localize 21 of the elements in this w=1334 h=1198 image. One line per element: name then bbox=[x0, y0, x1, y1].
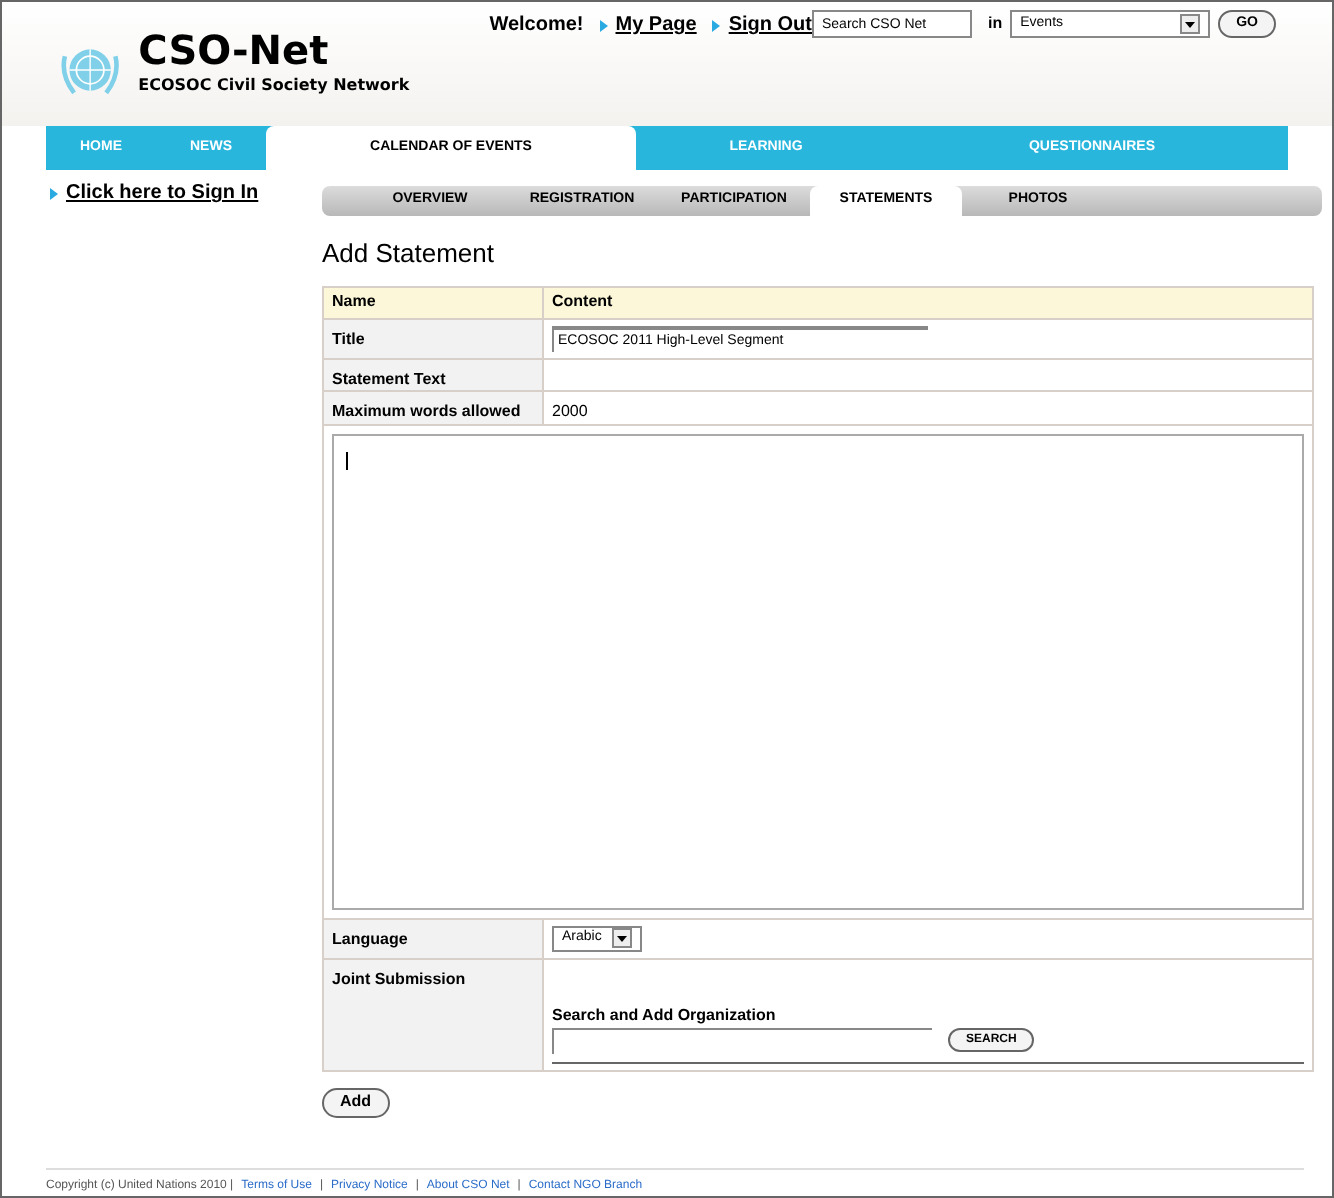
sign-in-link[interactable]: Click here to Sign In bbox=[50, 178, 322, 208]
bullet-arrow-icon bbox=[599, 19, 608, 31]
column-header: Content bbox=[550, 290, 615, 314]
header-link[interactable]: Sign Out bbox=[712, 10, 812, 40]
row-label: Statement Text bbox=[324, 359, 544, 389]
bullet-arrow-icon bbox=[712, 19, 721, 31]
welcome-text: Welcome! bbox=[489, 12, 584, 40]
row-label: Maximum words allowed bbox=[324, 391, 544, 423]
site-title: CSO-Net bbox=[138, 26, 331, 74]
column-header: Name bbox=[324, 287, 544, 317]
add-button[interactable]: Add bbox=[322, 1087, 390, 1117]
max-words-value: 2000 bbox=[550, 399, 590, 423]
organization-search-label: Search and Add Organization bbox=[552, 1003, 778, 1027]
row-label: Joint Submission bbox=[324, 959, 544, 1069]
bullet-arrow-icon bbox=[50, 187, 58, 199]
header-link[interactable]: My Page bbox=[599, 10, 697, 40]
in-label: in bbox=[988, 12, 1003, 36]
row-label: Language bbox=[324, 919, 544, 957]
site-subtitle: ECOSOC Civil Society Network bbox=[138, 74, 410, 98]
page-heading: Add Statement bbox=[322, 236, 496, 272]
row-label: Title bbox=[324, 319, 544, 357]
